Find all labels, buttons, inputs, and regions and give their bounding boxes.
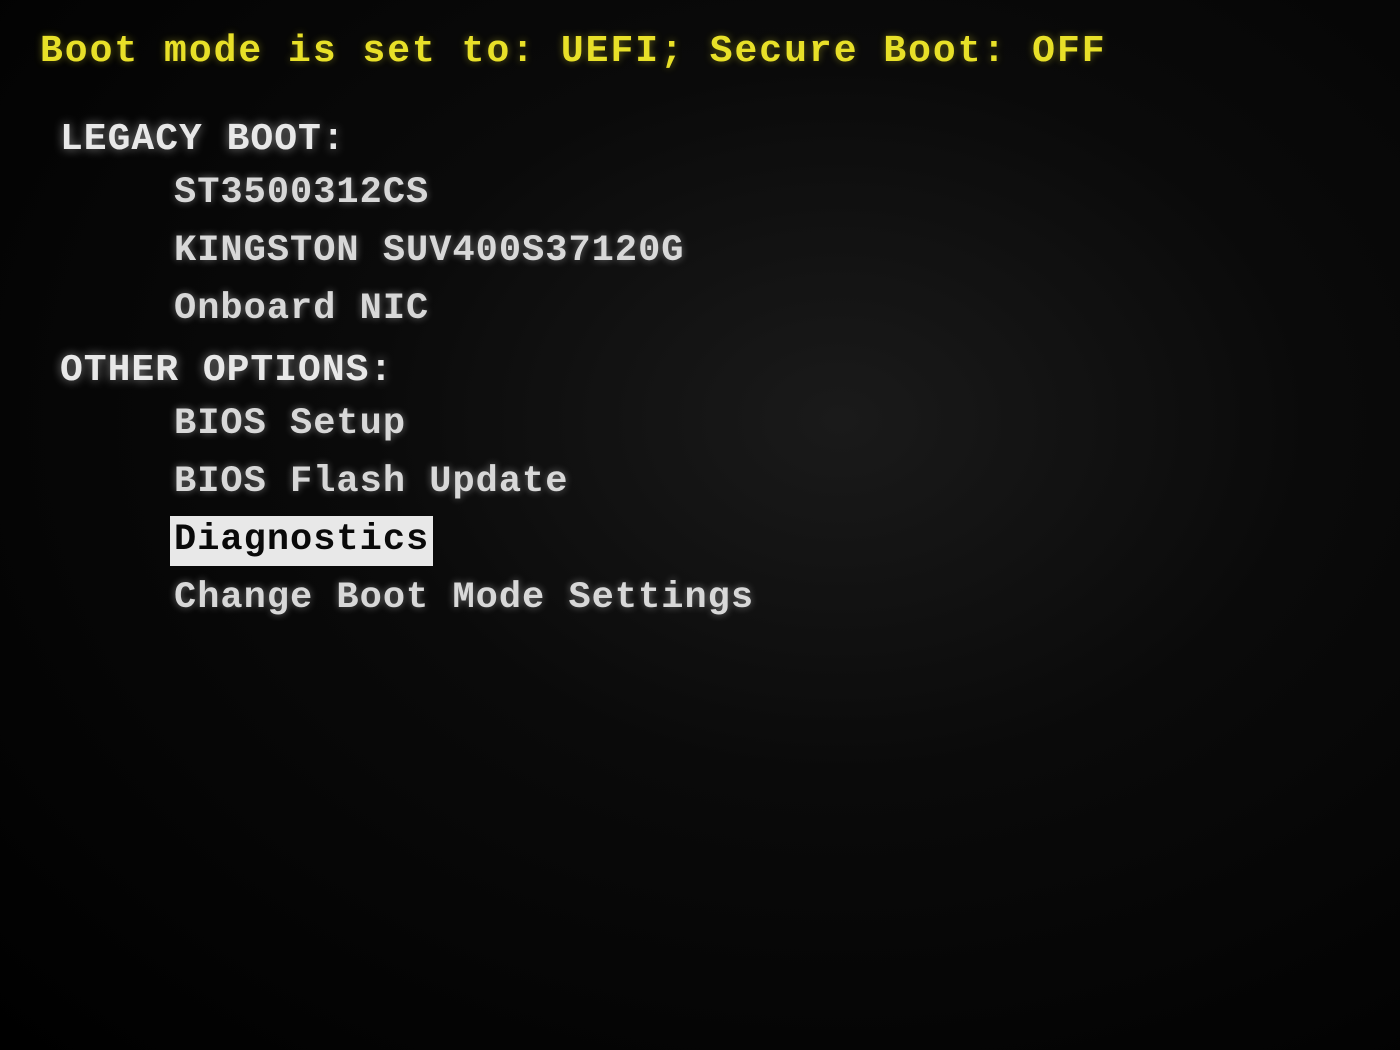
legacy-boot-section: LEGACY BOOT: ST3500312CS KINGSTON SUV400… [40, 118, 1360, 343]
option-bios-setup[interactable]: BIOS Setup [170, 400, 410, 450]
option-bios-flash-update[interactable]: BIOS Flash Update [170, 458, 572, 508]
other-options-header: OTHER OPTIONS: [60, 349, 1360, 392]
boot-device-st3500312cs[interactable]: ST3500312CS [170, 169, 433, 219]
boot-device-onboard-nic[interactable]: Onboard NIC [170, 285, 433, 335]
legacy-boot-header: LEGACY BOOT: [60, 118, 1360, 161]
bios-boot-menu: Boot mode is set to: UEFI; Secure Boot: … [0, 0, 1400, 668]
option-change-boot-mode[interactable]: Change Boot Mode Settings [170, 574, 758, 624]
boot-mode-status: Boot mode is set to: UEFI; Secure Boot: … [40, 30, 1360, 73]
other-options-section: OTHER OPTIONS: BIOS Setup BIOS Flash Upd… [40, 349, 1360, 632]
option-diagnostics[interactable]: Diagnostics [170, 516, 433, 566]
boot-device-kingston[interactable]: KINGSTON SUV400S37120G [170, 227, 688, 277]
